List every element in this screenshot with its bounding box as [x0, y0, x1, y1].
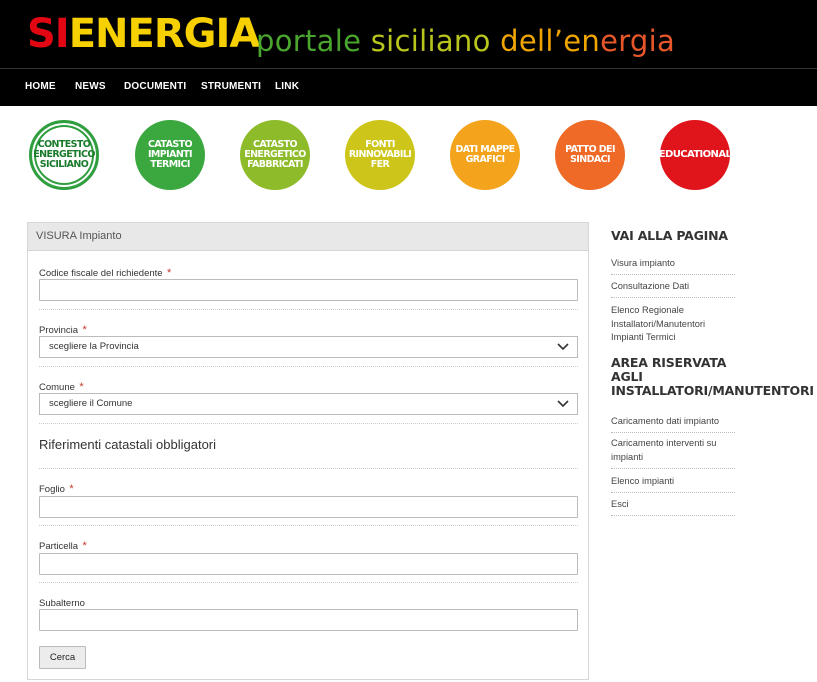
nav-home[interactable]: HOME	[25, 81, 56, 92]
codice-fiscale-label: Codice fiscale del richiedente	[39, 268, 163, 279]
subalterno-input[interactable]	[39, 609, 578, 631]
sidebar-link-esci[interactable]: Esci	[611, 498, 735, 512]
sidebar-link-elenco-impianti[interactable]: Elenco impianti	[611, 475, 735, 489]
panel-title: VISURA Impianto	[28, 223, 588, 251]
divider	[39, 582, 578, 583]
subalterno-label: Subalterno	[39, 598, 85, 609]
sidebar-link-consultazione-dati[interactable]: Consultazione Dati	[611, 280, 735, 294]
provincia-select[interactable]: scegliere la Provincia	[39, 336, 578, 358]
circle-contesto-energetico[interactable]: CONTESTO ENERGETICO SICILIANO	[29, 120, 99, 190]
chevron-down-icon	[557, 343, 569, 351]
tagline-word-2: siciliano	[370, 24, 491, 58]
circle-label: CONTESTO ENERGETICO SICILIANO	[33, 139, 95, 170]
logo-energia: ENERGIA	[68, 11, 261, 57]
required-mark: *	[167, 267, 172, 279]
tagline-word-3: dell’en	[500, 24, 601, 58]
divider	[611, 297, 735, 298]
sidebar-heading-vai-alla-pagina: VAI ALLA PAGINA	[611, 228, 728, 243]
chevron-down-icon	[557, 400, 569, 408]
site-tagline: portale siciliano dell’energia	[256, 22, 675, 60]
tagline-word-4: ergia	[600, 24, 676, 58]
foglio-input[interactable]	[39, 496, 578, 518]
tagline-word-1: portale	[256, 24, 362, 58]
required-mark: *	[82, 540, 87, 552]
sidebar-link-caricamento-dati[interactable]: Caricamento dati impianto	[611, 415, 735, 429]
divider	[39, 366, 578, 367]
divider	[39, 525, 578, 526]
circle-patto-sindaci[interactable]: PATTO DEI SINDACI	[555, 120, 625, 190]
sidebar-link-elenco-regionale[interactable]: Elenco Regionale Installatori/Manutentor…	[611, 304, 735, 345]
comune-group: Comune * scegliere il Comune	[39, 377, 578, 415]
divider	[39, 423, 578, 424]
particella-label: Particella	[39, 541, 79, 552]
circle-label: FONTI RINNOVABILI FER	[348, 139, 412, 170]
comune-select[interactable]: scegliere il Comune	[39, 393, 578, 415]
comune-value: scegliere il Comune	[49, 398, 133, 409]
heading-line: AREA RISERVATA	[611, 355, 727, 370]
circle-label: CATASTO ENERGETICO FABBRICATI	[244, 139, 306, 170]
comune-label: Comune	[39, 382, 75, 393]
site-header: SIENERGIA portale siciliano dell’energia	[0, 0, 817, 68]
divider	[611, 468, 735, 469]
particella-input[interactable]	[39, 553, 578, 575]
sidebar-link-caricamento-interventi[interactable]: Caricamento interventi su impianti	[611, 437, 735, 464]
circle-catasto-fabbricati[interactable]: CATASTO ENERGETICO FABBRICATI	[240, 120, 310, 190]
divider	[39, 468, 578, 469]
provincia-value: scegliere la Provincia	[49, 341, 139, 352]
foglio-label: Foglio	[39, 484, 65, 495]
circle-label: PATTO DEI SINDACI	[565, 144, 615, 165]
provincia-group: Provincia * scegliere la Provincia	[39, 320, 578, 358]
nav-documenti[interactable]: DOCUMENTI	[124, 81, 186, 92]
section-circles: CONTESTO ENERGETICO SICILIANO CATASTO IM…	[0, 106, 817, 206]
nav-news[interactable]: NEWS	[75, 81, 106, 92]
required-mark: *	[69, 483, 74, 495]
divider	[611, 492, 735, 493]
circle-label: CATASTO IMPIANTI TERMICI	[147, 139, 193, 170]
circle-educational[interactable]: EDUCATIONAL	[658, 120, 732, 190]
section-title-riferimenti: Riferimenti catastali obbligatori	[39, 437, 217, 452]
subalterno-group: Subalterno	[39, 593, 578, 631]
circle-catasto-impianti[interactable]: CATASTO IMPIANTI TERMICI	[135, 120, 205, 190]
logo-si: SI	[27, 11, 70, 57]
foglio-group: Foglio *	[39, 479, 578, 518]
heading-line: INSTALLATORI/MANUTENTORI	[611, 383, 814, 398]
site-logo[interactable]: SIENERGIA	[27, 10, 261, 58]
visura-form-panel: VISURA Impianto Codice fiscale del richi…	[27, 222, 589, 680]
sidebar-heading-area-riservata: AREA RISERVATA AGLI INSTALLATORI/MANUTEN…	[611, 356, 814, 398]
sidebar-link-visura-impianto[interactable]: Visura impianto	[611, 257, 735, 271]
particella-group: Particella *	[39, 536, 578, 575]
divider	[611, 274, 735, 275]
heading-line: AGLI	[611, 369, 643, 384]
provincia-label: Provincia	[39, 325, 79, 336]
circle-label: EDUCATIONAL	[658, 149, 732, 160]
divider	[611, 432, 735, 433]
circle-label: DATI MAPPE GRAFICI	[455, 144, 515, 165]
codice-fiscale-input[interactable]	[39, 279, 578, 301]
circle-fonti-rinnovabili[interactable]: FONTI RINNOVABILI FER	[345, 120, 415, 190]
main-nav: HOME NEWS DOCUMENTI STRUMENTI LINK	[0, 68, 817, 106]
required-mark: *	[82, 324, 87, 336]
nav-strumenti[interactable]: STRUMENTI	[201, 81, 261, 92]
cerca-button[interactable]: Cerca	[39, 646, 86, 669]
required-mark: *	[79, 381, 84, 393]
circle-dati-mappe[interactable]: DATI MAPPE GRAFICI	[450, 120, 520, 190]
codice-fiscale-group: Codice fiscale del richiedente *	[39, 263, 578, 301]
divider	[39, 309, 578, 310]
nav-link[interactable]: LINK	[275, 81, 299, 92]
divider	[611, 515, 735, 516]
